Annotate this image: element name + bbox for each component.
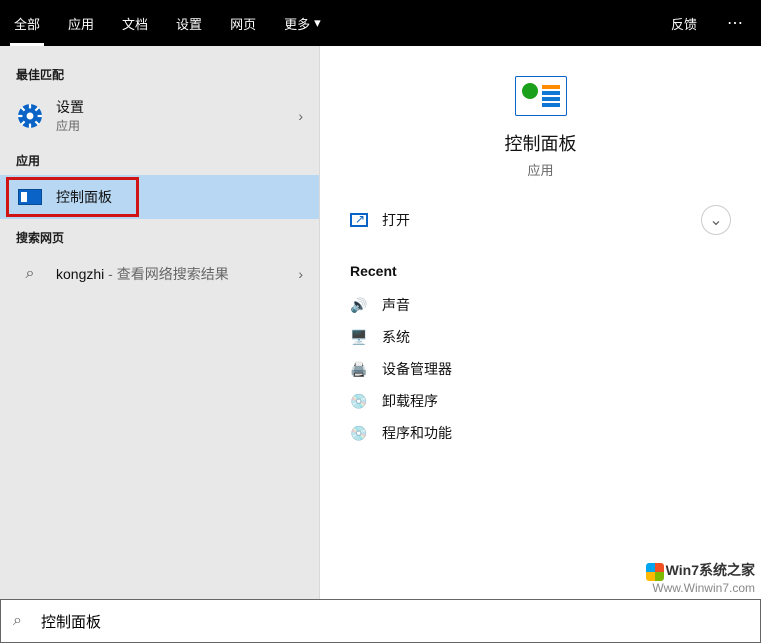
tab-all[interactable]: 全部	[0, 0, 54, 46]
recent-progfeat-label: 程序和功能	[382, 423, 452, 443]
control-panel-large-icon	[515, 76, 567, 116]
tab-settings-label: 设置	[176, 14, 202, 33]
gear-icon	[16, 102, 44, 130]
tab-docs-label: 文档	[122, 14, 148, 33]
preview-panel: 控制面板 应用 打开 ⌄ Recent 🔊 声音 🖥️ 系统 🖨️ 设备管理器 💿 卸载…	[320, 46, 761, 599]
result-control-panel-title: 控制面板	[56, 187, 112, 207]
chevron-down-icon: ▾	[314, 15, 321, 31]
more-menu-button[interactable]: ⋯	[711, 0, 761, 46]
recent-uninstall-label: 卸载程序	[382, 391, 438, 411]
search-bar[interactable]: ⌕	[0, 599, 761, 643]
topbar-spacer	[335, 0, 657, 46]
monitor-icon: 🖥️	[350, 328, 368, 346]
recent-devmgr-label: 设备管理器	[382, 359, 452, 379]
recent-device-manager[interactable]: 🖨️ 设备管理器	[350, 353, 731, 385]
open-icon	[350, 213, 368, 227]
recent-sound[interactable]: 🔊 声音	[350, 289, 731, 321]
disc-icon: 💿	[350, 392, 368, 410]
tab-settings[interactable]: 设置	[162, 0, 216, 46]
watermark-line1: Win7系统之家	[666, 562, 755, 578]
chevron-down-icon: ⌄	[709, 210, 722, 230]
tab-more[interactable]: 更多▾	[270, 0, 335, 46]
section-search-web: 搜索网页	[0, 219, 319, 252]
tab-web-label: 网页	[230, 14, 256, 33]
preview-sub: 应用	[527, 160, 553, 179]
recent-sound-label: 声音	[382, 295, 410, 315]
recent-header: Recent	[350, 263, 731, 279]
watermark-line2: Www.Winwin7.com	[646, 581, 755, 595]
box-icon: 💿	[350, 424, 368, 442]
result-settings-title: 设置	[56, 97, 84, 117]
section-apps: 应用	[0, 142, 319, 175]
recent-system-label: 系统	[382, 327, 410, 347]
speaker-icon: 🔊	[350, 296, 368, 314]
result-settings-sub: 应用	[56, 117, 84, 134]
recent-system[interactable]: 🖥️ 系统	[350, 321, 731, 353]
chevron-right-icon: ›	[298, 108, 303, 124]
search-input[interactable]	[33, 613, 748, 630]
open-label: 打开	[382, 210, 410, 230]
tab-web[interactable]: 网页	[216, 0, 270, 46]
web-query-text: kongzhi	[56, 266, 104, 282]
search-icon: ⌕	[13, 612, 33, 630]
section-best-match: 最佳匹配	[0, 56, 319, 89]
results-panel: 最佳匹配 设置 应用 › 应用 控制面板 搜索网页 ⌕ kongzhi -	[0, 46, 320, 599]
result-control-panel[interactable]: 控制面板	[0, 175, 319, 219]
watermark: Win7系统之家 Www.Winwin7.com	[646, 562, 755, 595]
tab-docs[interactable]: 文档	[108, 0, 162, 46]
web-hint-text: - 查看网络搜索结果	[104, 266, 228, 282]
result-web-search[interactable]: ⌕ kongzhi - 查看网络搜索结果 ›	[0, 252, 319, 296]
expand-button[interactable]: ⌄	[701, 205, 731, 235]
tab-apps-label: 应用	[68, 14, 94, 33]
tab-more-label: 更多	[284, 14, 310, 33]
search-icon: ⌕	[16, 260, 44, 288]
device-icon: 🖨️	[350, 360, 368, 378]
chevron-right-icon: ›	[298, 266, 303, 282]
result-settings[interactable]: 设置 应用 ›	[0, 89, 319, 142]
open-action[interactable]: 打开	[350, 206, 410, 234]
recent-programs-features[interactable]: 💿 程序和功能	[350, 417, 731, 449]
windows-logo-icon	[646, 563, 664, 581]
recent-uninstall[interactable]: 💿 卸载程序	[350, 385, 731, 417]
feedback-button[interactable]: 反馈	[657, 0, 711, 46]
control-panel-icon	[16, 183, 44, 211]
preview-title: 控制面板	[505, 130, 577, 156]
tab-apps[interactable]: 应用	[54, 0, 108, 46]
tab-all-label: 全部	[14, 14, 40, 33]
feedback-label: 反馈	[671, 14, 697, 33]
